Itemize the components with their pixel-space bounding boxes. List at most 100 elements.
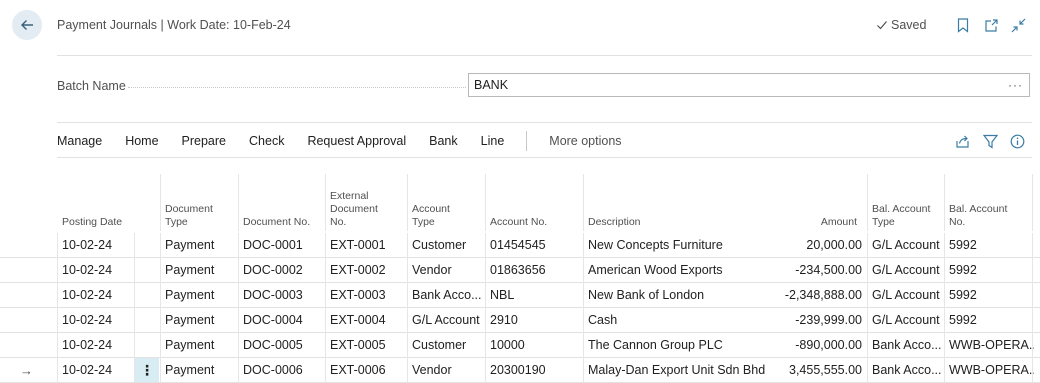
cell-account-no[interactable]: 01863656	[485, 258, 583, 283]
menu-line[interactable]: Line	[481, 134, 505, 148]
column-header-bal-account-type[interactable]: Bal. Account Type	[872, 203, 930, 229]
cell-document-no[interactable]: DOC-0004	[238, 308, 325, 333]
table-row[interactable]: 10-02-24 Payment DOC-0004 EXT-0004 G/L Accou…	[0, 308, 1040, 333]
cell-bal-account-type[interactable]: G/L Account	[867, 233, 944, 258]
column-header-bal-account-no[interactable]: Bal. Account No.	[949, 203, 1007, 229]
cell-bal-account-type[interactable]: G/L Account	[867, 258, 944, 283]
cell-description[interactable]: American Wood Exports	[583, 258, 765, 283]
column-header-account-no[interactable]: Account No.	[490, 216, 547, 229]
cell-external-document-no[interactable]: EXT-0004	[325, 308, 407, 333]
cell-account-no[interactable]: 01454545	[485, 233, 583, 258]
menu-home[interactable]: Home	[125, 134, 158, 148]
cell-bal-account-no[interactable]: 5992	[944, 233, 1034, 258]
menu-check[interactable]: Check	[249, 134, 284, 148]
cell-document-no[interactable]: DOC-0002	[238, 258, 325, 283]
cell-account-type[interactable]: Vendor	[407, 258, 485, 283]
cell-document-no[interactable]: DOC-0005	[238, 333, 325, 358]
cell-description[interactable]: Cash	[583, 308, 765, 333]
cell-divider	[583, 233, 584, 258]
column-header-description[interactable]: Description	[588, 216, 641, 229]
cell-posting-date[interactable]: 10-02-24	[57, 258, 135, 283]
cell-bal-account-type[interactable]: G/L Account	[867, 283, 944, 308]
cell-amount[interactable]: 20,000.00	[765, 233, 867, 258]
column-divider	[160, 174, 161, 231]
column-header-document-type[interactable]: Document Type	[165, 203, 213, 229]
cell-account-type[interactable]: Customer	[407, 333, 485, 358]
cell-bal-account-type[interactable]: G/L Account	[867, 308, 944, 333]
cell-external-document-no[interactable]: EXT-0005	[325, 333, 407, 358]
cell-description[interactable]: Malay-Dan Export Unit Sdn Bhd	[583, 358, 765, 383]
cell-account-no[interactable]: 10000	[485, 333, 583, 358]
batch-name-field[interactable]: BANK ···	[468, 73, 1030, 97]
cell-amount[interactable]: -2,348,888.00	[765, 283, 867, 308]
cell-bal-account-no[interactable]: 5992	[944, 283, 1034, 308]
cell-bal-account-no[interactable]: 5992	[944, 258, 1034, 283]
cell-bal-account-no[interactable]: WWB-OPERA...	[944, 358, 1034, 383]
column-header-account-type[interactable]: Account Type	[412, 203, 450, 229]
table-row[interactable]: 10-02-24 Payment DOC-0005 EXT-0005 Customer 1…	[0, 333, 1040, 358]
cell-bal-account-type[interactable]: Bank Acco...	[867, 358, 944, 383]
cell-posting-date[interactable]: 10-02-24	[57, 308, 135, 333]
menu-request-approval[interactable]: Request Approval	[307, 134, 406, 148]
cell-account-type[interactable]: G/L Account	[407, 308, 485, 333]
cell-amount[interactable]: -890,000.00	[765, 333, 867, 358]
cell-bal-account-no[interactable]: 5992	[944, 308, 1034, 333]
table-row[interactable]: 10-02-24 Payment DOC-0002 EXT-0002 Vendor 018…	[0, 258, 1040, 283]
cell-description[interactable]: New Concepts Furniture	[583, 233, 765, 258]
column-header-document-no[interactable]: Document No.	[243, 216, 310, 229]
cell-description[interactable]: New Bank of London	[583, 283, 765, 308]
cell-document-type[interactable]: Payment	[160, 258, 238, 283]
cell-external-document-no[interactable]: EXT-0001	[325, 233, 407, 258]
cell-external-document-no[interactable]: EXT-0002	[325, 258, 407, 283]
cell-document-no[interactable]: DOC-0003	[238, 283, 325, 308]
cell-account-type[interactable]: Vendor	[407, 358, 485, 383]
share-button[interactable]	[954, 133, 970, 149]
row-actions-icon[interactable]: ⋮	[135, 358, 159, 382]
open-new-window-button[interactable]	[983, 17, 999, 33]
cell-amount[interactable]: -239,999.00	[765, 308, 867, 333]
cell-document-type[interactable]: Payment	[160, 308, 238, 333]
batch-lookup-button[interactable]: ···	[1008, 78, 1023, 92]
info-button[interactable]	[1009, 133, 1025, 149]
menu-bank[interactable]: Bank	[429, 134, 458, 148]
cell-account-no[interactable]: 2910	[485, 308, 583, 333]
bookmark-button[interactable]	[955, 17, 971, 33]
table-row[interactable]: 10-02-24 Payment DOC-0001 EXT-0001 Customer 0…	[0, 233, 1040, 258]
menu-prepare[interactable]: Prepare	[182, 134, 226, 148]
menu-manage[interactable]: Manage	[57, 134, 102, 148]
table-row[interactable]: 10-02-24 Payment DOC-0003 EXT-0003 Bank Acco…	[0, 283, 1040, 308]
column-header-text: Account	[412, 203, 450, 215]
cell-bal-account-type[interactable]: Bank Acco...	[867, 333, 944, 358]
cell-amount[interactable]: -234,500.00	[765, 258, 867, 283]
collapse-button[interactable]	[1010, 17, 1026, 33]
cell-posting-date[interactable]: 10-02-24	[57, 358, 135, 383]
cell-account-type[interactable]: Customer	[407, 233, 485, 258]
cell-amount[interactable]: 3,455,555.00	[765, 358, 867, 383]
cell-document-type[interactable]: Payment	[160, 333, 238, 358]
column-header-external-document-no[interactable]: External Document No.	[330, 190, 378, 229]
cell-divider	[944, 333, 945, 358]
cell-account-no[interactable]: 20300190	[485, 358, 583, 383]
cell-document-type[interactable]: Payment	[160, 283, 238, 308]
cell-divider	[160, 333, 161, 358]
cell-external-document-no[interactable]: EXT-0006	[325, 358, 407, 383]
cell-posting-date[interactable]: 10-02-24	[57, 333, 135, 358]
cell-document-type[interactable]: Payment	[160, 358, 238, 383]
cell-document-no[interactable]: DOC-0001	[238, 233, 325, 258]
back-button[interactable]	[12, 10, 42, 40]
column-header-amount[interactable]: Amount	[765, 216, 857, 229]
cell-bal-account-no[interactable]: WWB-OPERA...	[944, 333, 1034, 358]
cell-external-document-no[interactable]: EXT-0003	[325, 283, 407, 308]
cell-divider	[57, 308, 58, 333]
cell-account-type[interactable]: Bank Acco...	[407, 283, 485, 308]
table-row[interactable]: → ⋮ 10-02-24 Payment DOC-0006 EXT-0006 Vendor 2…	[0, 358, 1040, 383]
cell-posting-date[interactable]: 10-02-24	[57, 283, 135, 308]
cell-document-no[interactable]: DOC-0006	[238, 358, 325, 383]
filter-button[interactable]	[982, 133, 998, 149]
more-options-button[interactable]: More options	[549, 134, 621, 148]
cell-document-type[interactable]: Payment	[160, 233, 238, 258]
cell-description[interactable]: The Cannon Group PLC	[583, 333, 765, 358]
cell-posting-date[interactable]: 10-02-24	[57, 233, 135, 258]
column-header-posting-date[interactable]: Posting Date	[62, 216, 122, 229]
cell-account-no[interactable]: NBL	[485, 283, 583, 308]
